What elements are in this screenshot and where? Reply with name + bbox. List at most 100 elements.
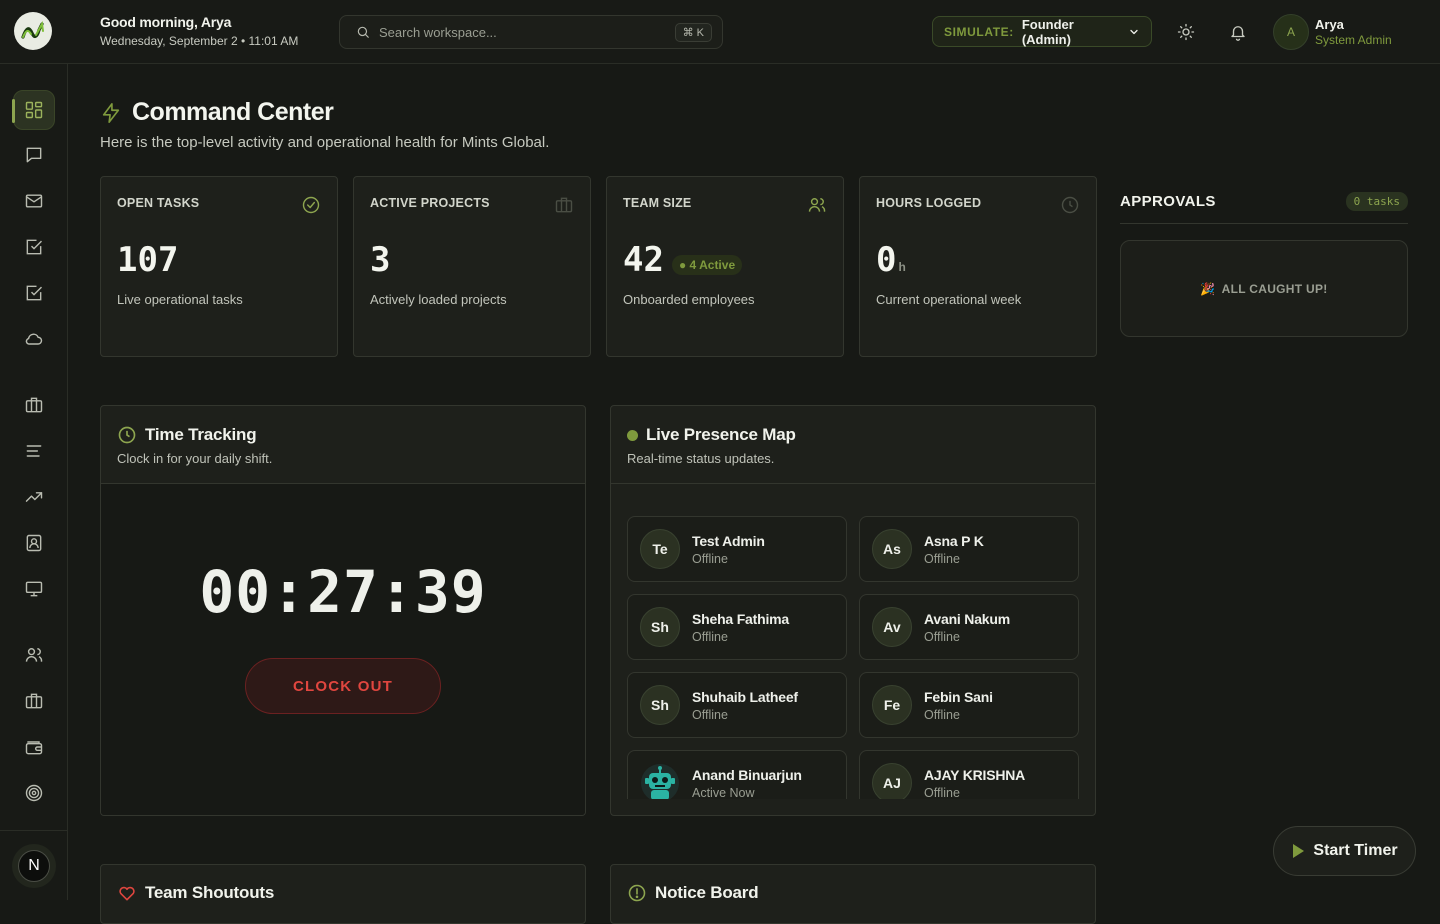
avatar [640,763,680,799]
presence-card[interactable]: Te Test Admin Offline [627,516,847,582]
avatar: As [872,529,912,569]
live-presence-panel: Live Presence Map Real-time status updat… [610,405,1096,816]
workspace-badge[interactable]: N [12,844,56,888]
stat-label: ACTIVE PROJECTS [370,196,490,210]
person-status: Offline [692,707,728,722]
trending-icon [25,492,43,502]
search-placeholder: Search workspace... [379,24,497,40]
stat-unit: h [898,260,906,274]
checkbox-icon [26,239,43,255]
stat-value: 0h [876,240,1080,280]
lightning-icon [102,102,120,123]
panel-title: Notice Board [627,883,1079,903]
clock-icon [1061,196,1079,214]
sidebar-item-tasks[interactable] [13,227,55,267]
start-timer-button[interactable]: Start Timer [1273,826,1416,876]
panel-header: Team Shoutouts [101,865,585,923]
presence-info: Avani Nakum Offline [924,611,1010,644]
cloud-icon [25,333,43,345]
person-status: Offline [692,551,728,566]
presence-card[interactable]: Fe Febin Sani Offline [859,672,1079,738]
users-icon [25,648,43,662]
stat-card-hours-logged[interactable]: HOURS LOGGED 0h Current operational week [859,176,1097,357]
person-name: Anand Binuarjun [692,766,802,783]
stat-value-number: 42 [623,240,664,280]
person-status: Offline [692,629,728,644]
approvals-header: APPROVALS 0 tasks [1120,192,1408,224]
sidebar-item-team[interactable] [13,635,55,675]
person-status: Offline [924,629,960,644]
stat-description: Live operational tasks [117,292,243,307]
stat-card-active-projects[interactable]: ACTIVE PROJECTS 3 Actively loaded projec… [353,176,591,357]
stat-value-number: 3 [370,240,391,280]
presence-card[interactable]: Av Avani Nakum Offline [859,594,1079,660]
sidebar-item-analytics[interactable] [13,477,55,517]
stat-value: 42 ● 4 Active [623,240,827,280]
stat-card-team-size[interactable]: TEAM SIZE 42 ● 4 Active Onboarded employe… [606,176,844,357]
clock-out-button[interactable]: CLOCK OUT [245,658,441,714]
sidebar-item-contacts[interactable] [13,523,55,563]
sidebar-item-dashboard[interactable] [12,90,55,130]
check-circle-icon [302,196,320,214]
sidebar-item-projects[interactable] [13,385,55,425]
clock-icon [118,426,136,444]
stat-description: Actively loaded projects [370,292,507,307]
simulate-value: Founder (Admin) [1021,16,1074,47]
sidebar-item-approvals[interactable] [13,273,55,313]
briefcase-icon [555,197,573,213]
simulate-label: SIMULATE: [944,24,1014,39]
avatar: A [1273,14,1309,50]
stat-value: 3 [370,240,574,280]
sidebar-item-wallet[interactable] [13,727,55,767]
presence-card[interactable]: As Asna P K Offline [859,516,1079,582]
presence-info: Anand Binuarjun Active Now [692,767,802,800]
simulate-role-select[interactable]: SIMULATE: Founder (Admin) [932,16,1152,47]
presence-card[interactable]: Anand Binuarjun Active Now [627,750,847,799]
theme-toggle-button[interactable] [1174,20,1198,44]
sidebar-item-goals[interactable] [13,773,55,813]
notice-board-title: Notice Board [655,883,759,902]
sidebar-divider [0,830,68,831]
sidebar-item-workspace[interactable] [13,681,55,721]
user-menu[interactable]: A Arya System Admin [1273,14,1392,50]
users-icon [808,198,826,212]
person-status: Offline [924,707,960,722]
stat-value: 107 [117,240,321,280]
briefcase-icon [25,397,43,413]
sidebar-item-cloud[interactable] [13,319,55,359]
sidebar-item-list[interactable] [13,431,55,471]
presence-title: Live Presence Map [646,425,796,444]
approvals-count-badge: 0 tasks [1345,192,1408,211]
avatar: Fe [872,685,912,725]
stat-card-open-tasks[interactable]: OPEN TASKS 107 Live operational tasks [100,176,338,357]
notifications-button[interactable] [1226,20,1250,44]
sidebar-item-devices[interactable] [13,569,55,609]
presence-subtitle: Real-time status updates. [627,451,775,466]
presence-grid[interactable]: Te Test Admin Offline As Asna P K Offline … [627,516,1079,799]
stat-label: TEAM SIZE [623,196,692,210]
presence-card[interactable]: AJ AJAY KRISHNA Offline [859,750,1079,799]
mints-logo[interactable] [14,12,52,50]
contact-icon [26,534,42,552]
live-dot-icon [627,429,638,441]
page-subtitle: Here is the top-level activity and opera… [100,134,550,151]
search-input[interactable]: Search workspace... ⌘ K [339,15,723,49]
stat-value-number: 107 [117,240,179,280]
elapsed-timer: 00:27:39 [199,558,487,626]
panel-header: Time Tracking Clock in for your daily sh… [101,406,585,484]
approvals-empty-text: ALL CAUGHT UP! [1221,281,1328,296]
avatar: AJ [872,763,912,799]
person-name: AJAY KRISHNA [924,766,1026,783]
current-datetime: Wednesday, September 2 • 11:01 AM [100,34,299,48]
avatar: Sh [640,685,680,725]
party-icon: 🎉 [1200,281,1216,296]
person-name: Shuhaib Latheef [692,688,798,705]
presence-card[interactable]: Sh Shuhaib Latheef Offline [627,672,847,738]
notice-board-panel: Notice Board [610,864,1096,924]
person-status: Active Now [692,785,755,800]
sidebar-item-chat[interactable] [13,135,55,175]
page-title: Command Center [100,98,334,127]
presence-card[interactable]: Sh Sheha Fathima Offline [627,594,847,660]
sidebar-item-mail[interactable] [13,181,55,221]
chat-icon [26,147,42,163]
